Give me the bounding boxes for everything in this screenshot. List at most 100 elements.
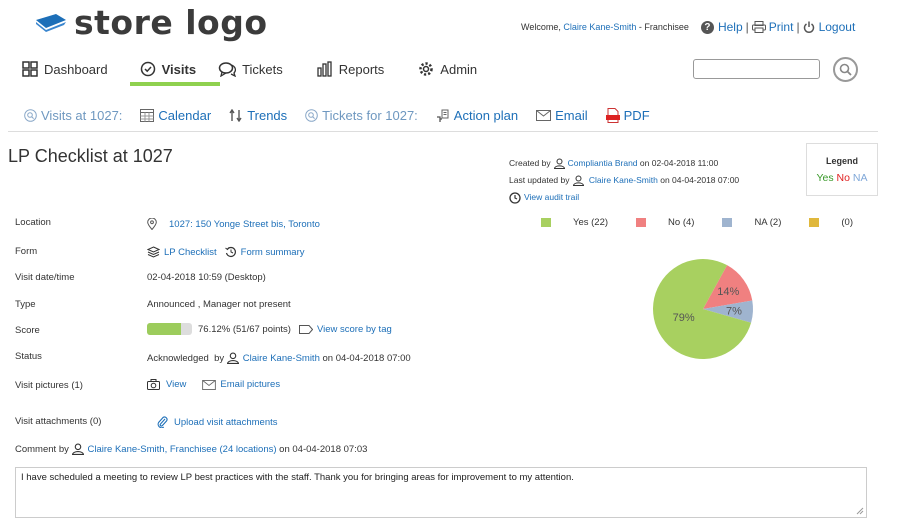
bar-chart-icon [317,61,332,77]
help-link[interactable]: ? Help [700,20,743,34]
chart-legend-item: NA (2) [722,217,781,228]
score-by-tag-link[interactable]: View score by tag [317,324,392,335]
status-label: Status [15,351,42,362]
answers-pie-chart: 14% 7% 79% [653,259,753,359]
location-value: 1027: 150 Yonge Street bis, Toronto [147,218,320,230]
pie-label-yes: 79% [673,312,695,324]
search-input[interactable] [693,59,820,79]
type-value: Announced , Manager not present [147,299,291,310]
comment-header: Comment by Claire Kane-Smith, Franchisee… [15,443,367,455]
calendar-icon [140,109,155,122]
sub-nav: Visits at 1027: Calendar Trends Tickets … [24,108,668,123]
store-logo[interactable]: store logo [34,3,268,42]
search-button[interactable] [833,57,858,82]
paperclip-icon [157,416,168,428]
gear-icon [419,62,434,76]
print-link[interactable]: Print [751,20,793,34]
chart-legend-swatch [722,218,733,227]
action-plan-icon [436,109,449,122]
mail-icon [202,379,217,390]
form-summary-link[interactable]: Form summary [241,247,305,258]
chart-legend-item: Yes (22) [541,217,608,228]
help-icon: ? [700,20,714,34]
search-icon [305,109,318,122]
calendar-link[interactable]: Calendar [140,108,211,123]
nav-reports[interactable]: Reports [317,58,384,80]
comment-on: on 04-04-2018 07:03 [279,443,368,455]
updated-by-link[interactable]: Claire Kane-Smith [589,172,658,189]
logo-tag-icon [34,14,68,32]
attachments-label: Visit attachments (0) [15,416,102,427]
legend-no: No [836,172,850,184]
updated-on: on 04-04-2018 07:00 [660,175,740,185]
view-pictures-link[interactable]: View [166,379,186,390]
user-link[interactable]: Claire Kane-Smith [563,22,636,32]
chart-legend-label: No (4) [668,217,695,228]
created-by-link[interactable]: Compliantia Brand [568,155,638,172]
search-icon [839,63,852,76]
resize-grip-icon[interactable] [856,507,864,515]
comment-user-link[interactable]: Claire Kane-Smith, Franchisee (24 locati… [88,444,277,455]
nav-visits[interactable]: Visits [140,58,196,80]
legend-title: Legend [825,156,858,166]
email-pictures-link[interactable]: Email pictures [220,379,280,390]
comment-textarea[interactable]: I have scheduled a meeting to review LP … [15,467,867,518]
updated-by-label: Last updated by [509,175,570,185]
legend-box: Legend Yes No NA [806,143,878,196]
pictures-value: View Email pictures [147,379,280,390]
trends-link[interactable]: Trends [229,108,287,123]
user-icon [572,175,584,186]
form-link[interactable]: LP Checklist [164,247,217,258]
form-label: Form [15,246,38,257]
pie-label-na: 7% [726,306,742,318]
trends-icon [229,109,242,122]
print-icon [751,21,766,33]
pdf-link[interactable]: PDF [605,108,650,123]
nav-dashboard[interactable]: Dashboard [22,58,108,80]
user-bar: Welcome, Claire Kane-Smith - Franchisee … [521,20,856,34]
form-value: LP Checklist Form summary [147,246,305,258]
upload-attachments-link[interactable]: Upload visit attachments [174,417,278,428]
chart-legend-label: (0) [841,217,853,228]
status-by: by [214,352,225,364]
chart-legend-label: Yes (22) [573,217,609,228]
chart-legend: Yes (22) No (4) NA (2) (0) [541,217,881,228]
audit-trail-link[interactable]: View audit trail [524,189,579,206]
comment-by-label: Comment by [15,443,69,455]
chart-legend-label: NA (2) [754,217,782,228]
legend-na: NA [852,172,868,184]
score-progress-fill [147,323,182,335]
map-pin-icon [147,218,157,230]
dashboard-icon [22,61,38,77]
comment-text: I have scheduled a meeting to review LP … [21,472,574,483]
camera-icon [147,379,160,390]
nav-tickets[interactable]: Tickets [218,58,283,80]
attachments-value: Upload visit attachments [157,416,278,428]
location-label: Location [15,217,51,228]
logout-link[interactable]: Logout [803,20,855,34]
location-link[interactable]: 1027: 150 Yonge Street bis, Toronto [169,219,320,230]
search-icon [24,109,37,122]
email-link[interactable]: Email [536,108,588,123]
nav-admin[interactable]: Admin [418,58,477,80]
pie-label-no: 14% [717,286,739,298]
tag-icon [298,324,313,334]
legend-yes: Yes [816,172,834,184]
status-user-link[interactable]: Claire Kane-Smith [243,353,320,364]
chart-legend-item: (0) [809,217,853,228]
score-label: Score [15,325,40,336]
user-icon [226,352,239,364]
chart-legend-item: No (4) [636,217,694,228]
action-plan-link[interactable]: Action plan [436,108,518,123]
type-label: Type [15,299,36,310]
user-role: - Franchisee [638,22,689,32]
layers-icon [147,246,160,258]
score-progress-bar [147,323,192,335]
score-text: 76.12% (51/67 points) [198,323,291,335]
chart-legend-swatch [809,218,820,227]
visits-at-link[interactable]: Visits at 1027: [24,108,122,123]
tickets-for-link[interactable]: Tickets for 1027: [305,108,418,123]
user-icon [71,443,84,455]
chat-icon [218,62,237,77]
status-value: Acknowledged by Claire Kane-Smith on 04-… [147,352,411,364]
